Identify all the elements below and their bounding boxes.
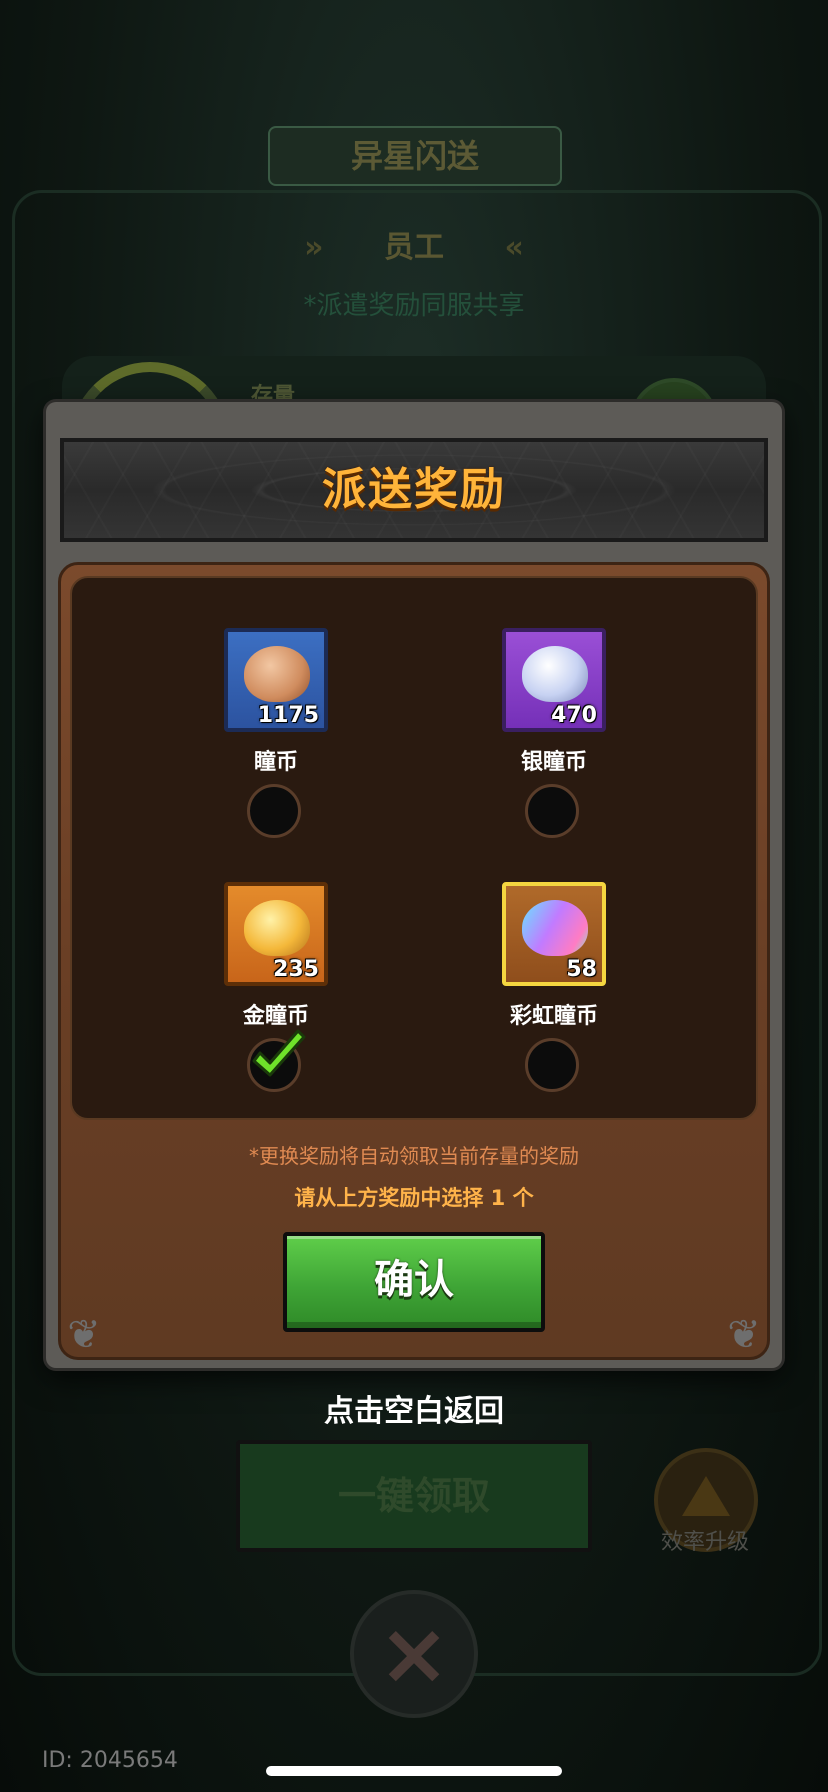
refresh-note: *更换奖励将自动领取当前存量的奖励 [249, 1144, 579, 1168]
corner-ornament-icon: ❦ [727, 1312, 761, 1358]
select-prompt: 请从上方奖励中选择 1 个 [294, 1186, 534, 1210]
chevron-left-icon: « [504, 230, 524, 265]
corner-ornament-icon: ❦ [67, 1312, 101, 1358]
tab-staff: » 员工 « [0, 222, 828, 266]
confirm-button[interactable]: 确认 [283, 1232, 545, 1332]
claim-all-button: 一键领取 [236, 1440, 592, 1552]
tab-staff-label: 员工 [384, 230, 444, 265]
reward-tile-silver-coin[interactable]: 470 [502, 628, 606, 732]
user-id: ID: 2045654 [42, 1748, 178, 1773]
reward-tile-coin[interactable]: 1175 [224, 628, 328, 732]
reward-name: 金瞳币 [242, 1004, 309, 1029]
reward-quantity: 470 [551, 703, 597, 728]
reward-quantity: 1175 [257, 703, 319, 728]
reward-tile-rainbow-coin[interactable]: 58 [502, 882, 606, 986]
gold-coin-icon [244, 900, 310, 956]
chevron-right-icon: » [304, 230, 324, 265]
reward-radio-rainbow-coin[interactable] [525, 1038, 579, 1092]
rainbow-coin-icon [522, 900, 588, 956]
home-indicator[interactable] [266, 1766, 562, 1776]
event-title: 异星闪送 [268, 126, 562, 186]
reward-quantity: 235 [273, 957, 319, 982]
reward-name: 瞳币 [253, 750, 298, 775]
reward-grid [70, 576, 758, 1120]
reward-radio-gold-coin[interactable] [247, 1029, 306, 1092]
close-icon: × [377, 1604, 451, 1704]
reward-radio-silver-coin[interactable] [525, 784, 579, 838]
reward-name: 彩虹瞳币 [509, 1004, 598, 1029]
reward-name: 银瞳币 [520, 750, 587, 775]
reward-tile-gold-coin[interactable]: 235 [224, 882, 328, 986]
bronze-coin-icon [244, 646, 310, 702]
tap-to-return[interactable]: 点击空白返回 [0, 1386, 828, 1430]
reward-radio-coin[interactable] [247, 784, 301, 838]
checkmark-icon [252, 1029, 306, 1077]
dialog-header: 派送奖励 [60, 438, 768, 542]
share-note: *派遣奖励同服共享 [303, 291, 525, 321]
dialog-title: 派送奖励 [322, 464, 506, 515]
reward-quantity: 58 [566, 957, 597, 982]
upgrade-label: 效率升级 [660, 1530, 749, 1555]
silver-coin-icon [522, 646, 588, 702]
